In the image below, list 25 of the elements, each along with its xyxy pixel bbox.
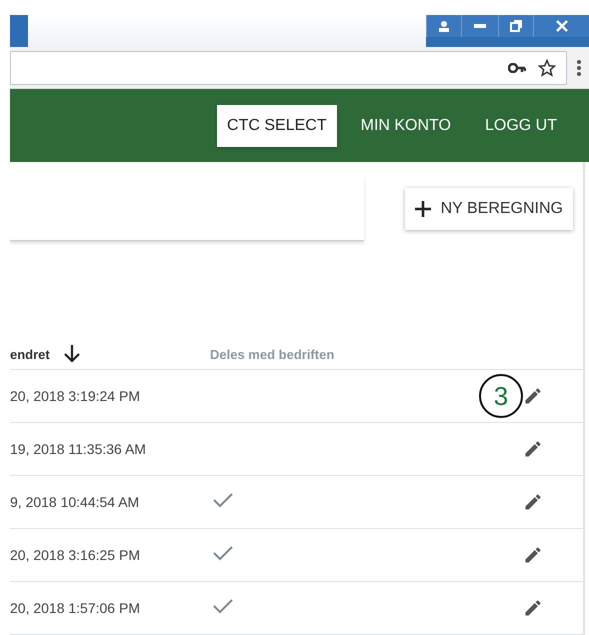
table-cell-text: 20, 2018 1:57:06 PM xyxy=(10,600,141,616)
sort-arrow-icon xyxy=(64,345,80,363)
menu-icon[interactable] xyxy=(577,60,581,76)
table-cell-text: 9, 2018 10:44:54 AM xyxy=(10,494,140,510)
table-cell-text: 19, 2018 11:35:36 AM xyxy=(10,441,147,457)
restore-icon[interactable] xyxy=(498,15,533,37)
nav-button[interactable]: CTC SELECT xyxy=(217,104,337,146)
edit-icon[interactable] xyxy=(523,545,543,565)
new-calculation-button[interactable]: NY BEREGNING xyxy=(404,188,573,230)
star-icon[interactable] xyxy=(538,58,556,77)
callout-marker: 3 xyxy=(479,374,523,418)
edit-icon[interactable] xyxy=(523,598,543,618)
nav-button[interactable]: LOGG UT xyxy=(474,104,567,146)
table-cell-text: 20, 2018 3:19:24 PM xyxy=(10,388,141,404)
edit-icon[interactable] xyxy=(523,492,543,512)
close-icon[interactable] xyxy=(533,15,589,37)
column-header[interactable]: endret xyxy=(10,345,210,363)
edit-icon[interactable] xyxy=(523,439,543,459)
edit-icon[interactable] xyxy=(523,386,543,406)
table-cell-text: 20, 2018 3:16:25 PM xyxy=(10,547,141,563)
key-icon[interactable] xyxy=(508,62,526,73)
minimize-icon[interactable] xyxy=(461,15,498,37)
plus-icon xyxy=(414,200,431,216)
nav-button[interactable]: MIN KONTO xyxy=(350,104,461,146)
profile-icon[interactable] xyxy=(426,15,461,37)
